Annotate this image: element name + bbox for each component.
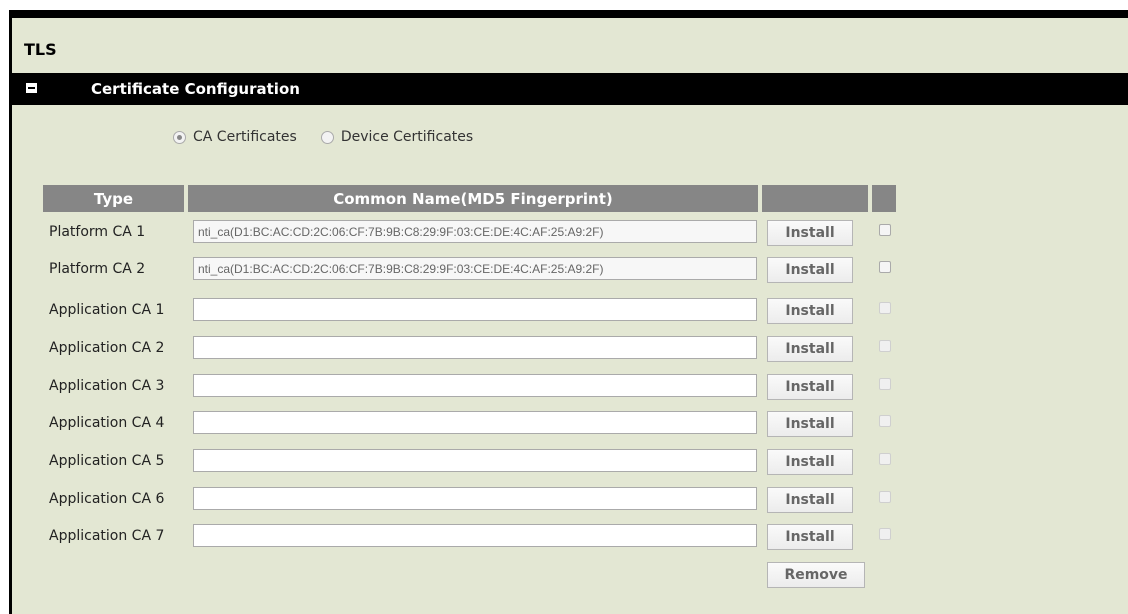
row-checkbox[interactable] (879, 528, 891, 540)
common-name-field[interactable] (193, 411, 757, 434)
row-checkbox[interactable] (879, 224, 891, 236)
radio-device-certificates[interactable]: Device Certificates (320, 129, 474, 145)
tls-panel: TLS Certificate Configuration CA Certifi… (9, 10, 1128, 614)
row-label: Application CA 6 (49, 491, 165, 507)
row-label: Platform CA 2 (49, 261, 146, 277)
common-name-field[interactable] (193, 374, 757, 397)
row-checkbox[interactable] (879, 415, 891, 427)
common-name-field[interactable] (193, 336, 757, 359)
row-label: Application CA 7 (49, 528, 165, 544)
section-title: Certificate Configuration (91, 80, 300, 98)
row-checkbox[interactable] (879, 453, 891, 465)
radio-ca-certificates[interactable]: CA Certificates (173, 129, 297, 145)
common-name-field[interactable]: nti_ca(D1:BC:AC:CD:2C:06:CF:7B:9B:C8:29:… (193, 257, 757, 280)
row-label: Platform CA 1 (49, 224, 146, 240)
install-button[interactable]: Install (767, 257, 853, 283)
common-name-field[interactable] (193, 487, 757, 510)
panel-title: TLS (24, 40, 57, 59)
row-label: Application CA 4 (49, 415, 165, 431)
certificate-type-radio-group: CA Certificates Device Certificates (173, 129, 497, 145)
section-header: Certificate Configuration (12, 73, 1128, 105)
install-button[interactable]: Install (767, 449, 853, 475)
common-name-field[interactable] (193, 298, 757, 321)
row-checkbox[interactable] (879, 340, 891, 352)
remove-button[interactable]: Remove (767, 562, 865, 588)
column-header-type: Type (43, 185, 184, 212)
radio-button-checked[interactable] (173, 130, 186, 144)
column-header-action (762, 185, 868, 212)
common-name-field[interactable] (193, 449, 757, 472)
radio-label: CA Certificates (193, 129, 297, 145)
row-checkbox[interactable] (879, 302, 891, 314)
row-label: Application CA 1 (49, 302, 165, 318)
common-name-field[interactable]: nti_ca(D1:BC:AC:CD:2C:06:CF:7B:9B:C8:29:… (193, 220, 757, 243)
install-button[interactable]: Install (767, 487, 853, 513)
row-checkbox[interactable] (879, 491, 891, 503)
collapse-icon[interactable] (26, 83, 37, 93)
install-button[interactable]: Install (767, 374, 853, 400)
common-name-field[interactable] (193, 524, 757, 547)
install-button[interactable]: Install (767, 336, 853, 362)
row-label: Application CA 3 (49, 378, 165, 394)
column-header-select (872, 185, 896, 212)
row-checkbox[interactable] (879, 378, 891, 390)
install-button[interactable]: Install (767, 220, 853, 246)
row-label: Application CA 2 (49, 340, 165, 356)
column-header-common-name: Common Name(MD5 Fingerprint) (188, 185, 758, 212)
row-label: Application CA 5 (49, 453, 165, 469)
row-checkbox[interactable] (879, 261, 891, 273)
radio-label: Device Certificates (340, 129, 474, 145)
radio-button[interactable] (320, 130, 334, 144)
install-button[interactable]: Install (767, 298, 853, 324)
install-button[interactable]: Install (767, 411, 853, 437)
install-button[interactable]: Install (767, 524, 853, 550)
